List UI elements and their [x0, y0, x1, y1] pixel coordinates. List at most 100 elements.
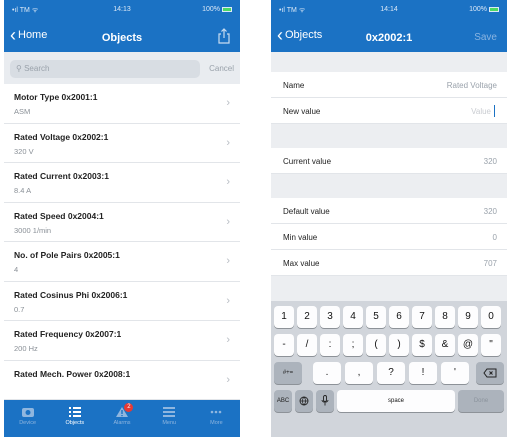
list-item[interactable]: Rated Mech. Power 0x2008:1 › [4, 361, 240, 400]
item-title: Rated Voltage 0x2002:1 [14, 131, 109, 142]
chevron-right-icon: › [226, 136, 230, 149]
battery-indicator: 100% [469, 6, 499, 13]
key-apostrophe[interactable]: ' [441, 362, 469, 384]
key-slash[interactable]: / [297, 334, 317, 356]
new-value-field[interactable]: New value Value [271, 98, 507, 124]
new-value-placeholder: Value [471, 107, 491, 116]
objects-screen: •ıl TM ᯤ 14:13 100% ‹ Home Objects ⚲ Sear… [4, 0, 240, 437]
chevron-right-icon: › [226, 294, 230, 307]
share-icon[interactable] [218, 28, 230, 44]
key-at[interactable]: @ [458, 334, 478, 356]
search-input[interactable]: ⚲ Search [10, 60, 200, 78]
key-comma[interactable]: , [345, 362, 373, 384]
status-bar: •ıl TM ᯤ 14:13 100% [4, 0, 240, 20]
symbols-toggle-key[interactable]: #+= [274, 362, 302, 384]
battery-icon [489, 6, 499, 12]
key-2[interactable]: 2 [297, 306, 317, 328]
tab-label: Alarms [113, 420, 131, 426]
key-9[interactable]: 9 [458, 306, 478, 328]
tab-bar: Device Objects 2 Alarms Menu More [4, 400, 240, 437]
keyboard-row-digits: 1 2 3 4 5 6 7 8 9 0 [271, 306, 507, 330]
item-value: 4 [14, 265, 19, 274]
key-quote[interactable]: " [481, 334, 501, 356]
key-7[interactable]: 7 [412, 306, 432, 328]
default-value-row: Default value 320 [271, 198, 507, 224]
item-title: Motor Type 0x2001:1 [14, 92, 98, 102]
name-row: Name Rated Voltage [271, 72, 507, 98]
section-gap [271, 174, 507, 198]
keyboard-row-symbols: - / : ; ( ) $ & @ " [271, 334, 507, 358]
key-ampersand[interactable]: & [435, 334, 455, 356]
key-open-paren[interactable]: ( [366, 334, 386, 356]
battery-indicator: 100% [202, 6, 232, 13]
default-value: 320 [483, 207, 497, 216]
backspace-key[interactable] [476, 362, 504, 384]
item-title: Rated Frequency 0x2007:1 [14, 329, 122, 339]
item-title: Rated Mech. Power 0x2008:1 [14, 368, 131, 379]
globe-key[interactable] [295, 390, 313, 412]
space-key[interactable]: space [337, 390, 455, 412]
alarm-badge: 2 [124, 403, 134, 412]
current-value-row: Current value 320 [271, 148, 507, 174]
item-title: Rated Current 0x2003:1 [14, 171, 109, 181]
key-8[interactable]: 8 [435, 306, 455, 328]
max-value: 707 [483, 259, 497, 268]
key-exclamation[interactable]: ! [409, 362, 437, 384]
list-item[interactable]: Rated Current 0x2003:1 8.4 A › [4, 163, 240, 203]
battery-percent: 100% [469, 6, 487, 13]
key-semicolon[interactable]: ; [343, 334, 363, 356]
object-detail-screen: •ıl TM ᯤ 14:14 100% ‹ Objects 0x2002:1 Sa… [271, 0, 507, 437]
item-value: 3000 1/min [14, 225, 52, 235]
cancel-button[interactable]: Cancel [209, 64, 234, 73]
key-dollar[interactable]: $ [412, 334, 432, 356]
key-0[interactable]: 0 [481, 306, 501, 328]
max-value-label: Max value [283, 259, 320, 268]
default-value-label: Default value [283, 207, 330, 216]
key-5[interactable]: 5 [366, 306, 386, 328]
keyboard-row-punctuation: #+= . , ? ! ' [271, 362, 507, 386]
key-question[interactable]: ? [377, 362, 405, 384]
object-list: Motor Type 0x2001:1 ASM › Rated Voltage 0x… [4, 84, 240, 400]
key-dash[interactable]: - [274, 334, 294, 356]
list-item[interactable]: Rated Cosinus Phi 0x2006:1 0.7 › [4, 282, 240, 321]
item-value: 0.7 [14, 304, 25, 314]
list-item[interactable]: Motor Type 0x2001:1 ASM › [4, 84, 240, 124]
key-colon[interactable]: : [320, 334, 340, 356]
item-title: Rated Cosinus Phi 0x2006:1 [14, 289, 128, 300]
list-item[interactable]: No. of Pole Pairs 0x2005:1 4 › [4, 242, 240, 282]
tab-more[interactable]: More [193, 400, 240, 437]
key-6[interactable]: 6 [389, 306, 409, 328]
text-cursor [493, 105, 495, 117]
key-period[interactable]: . [313, 362, 341, 384]
name-label: Name [283, 81, 305, 90]
key-close-paren[interactable]: ) [389, 334, 409, 356]
keyboard-row-bottom: ABC space Done [271, 390, 507, 414]
numeric-keyboard: 1 2 3 4 5 6 7 8 9 0 - / : ; ( ) $ & @ " … [271, 301, 507, 437]
list-item[interactable]: Rated Voltage 0x2002:1 320 V › [4, 124, 240, 163]
min-value-label: Min value [283, 233, 318, 242]
tab-alarms[interactable]: 2 Alarms [98, 400, 145, 437]
tab-label: Device [19, 420, 36, 426]
nav-bar: •ıl TM ᯤ 14:14 100% ‹ Objects 0x2002:1 Sa… [271, 0, 507, 52]
search-placeholder: Search [24, 64, 50, 73]
tab-menu[interactable]: Menu [146, 400, 193, 437]
abc-key[interactable]: ABC [274, 390, 292, 412]
item-value: 320 V [14, 146, 34, 156]
tab-objects[interactable]: Objects [51, 400, 98, 437]
list-item[interactable]: Rated Speed 0x2004:1 3000 1/min › [4, 203, 240, 242]
item-value: 8.4 A [14, 186, 32, 195]
save-button[interactable]: Save [474, 32, 497, 43]
list-item[interactable]: Rated Frequency 0x2007:1 200 Hz › [4, 321, 240, 361]
key-3[interactable]: 3 [320, 306, 340, 328]
tab-label: Objects [65, 420, 85, 426]
search-bar: ⚲ Search Cancel [4, 52, 240, 84]
microphone-key[interactable] [316, 390, 334, 412]
chevron-right-icon: › [226, 334, 230, 346]
done-key[interactable]: Done [458, 390, 504, 412]
nav-bar: •ıl TM ᯤ 14:13 100% ‹ Home Objects [4, 0, 240, 52]
battery-percent: 100% [202, 6, 220, 13]
tab-device[interactable]: Device [4, 400, 51, 437]
key-4[interactable]: 4 [343, 306, 363, 328]
key-1[interactable]: 1 [274, 306, 294, 328]
section-gap [271, 124, 507, 148]
